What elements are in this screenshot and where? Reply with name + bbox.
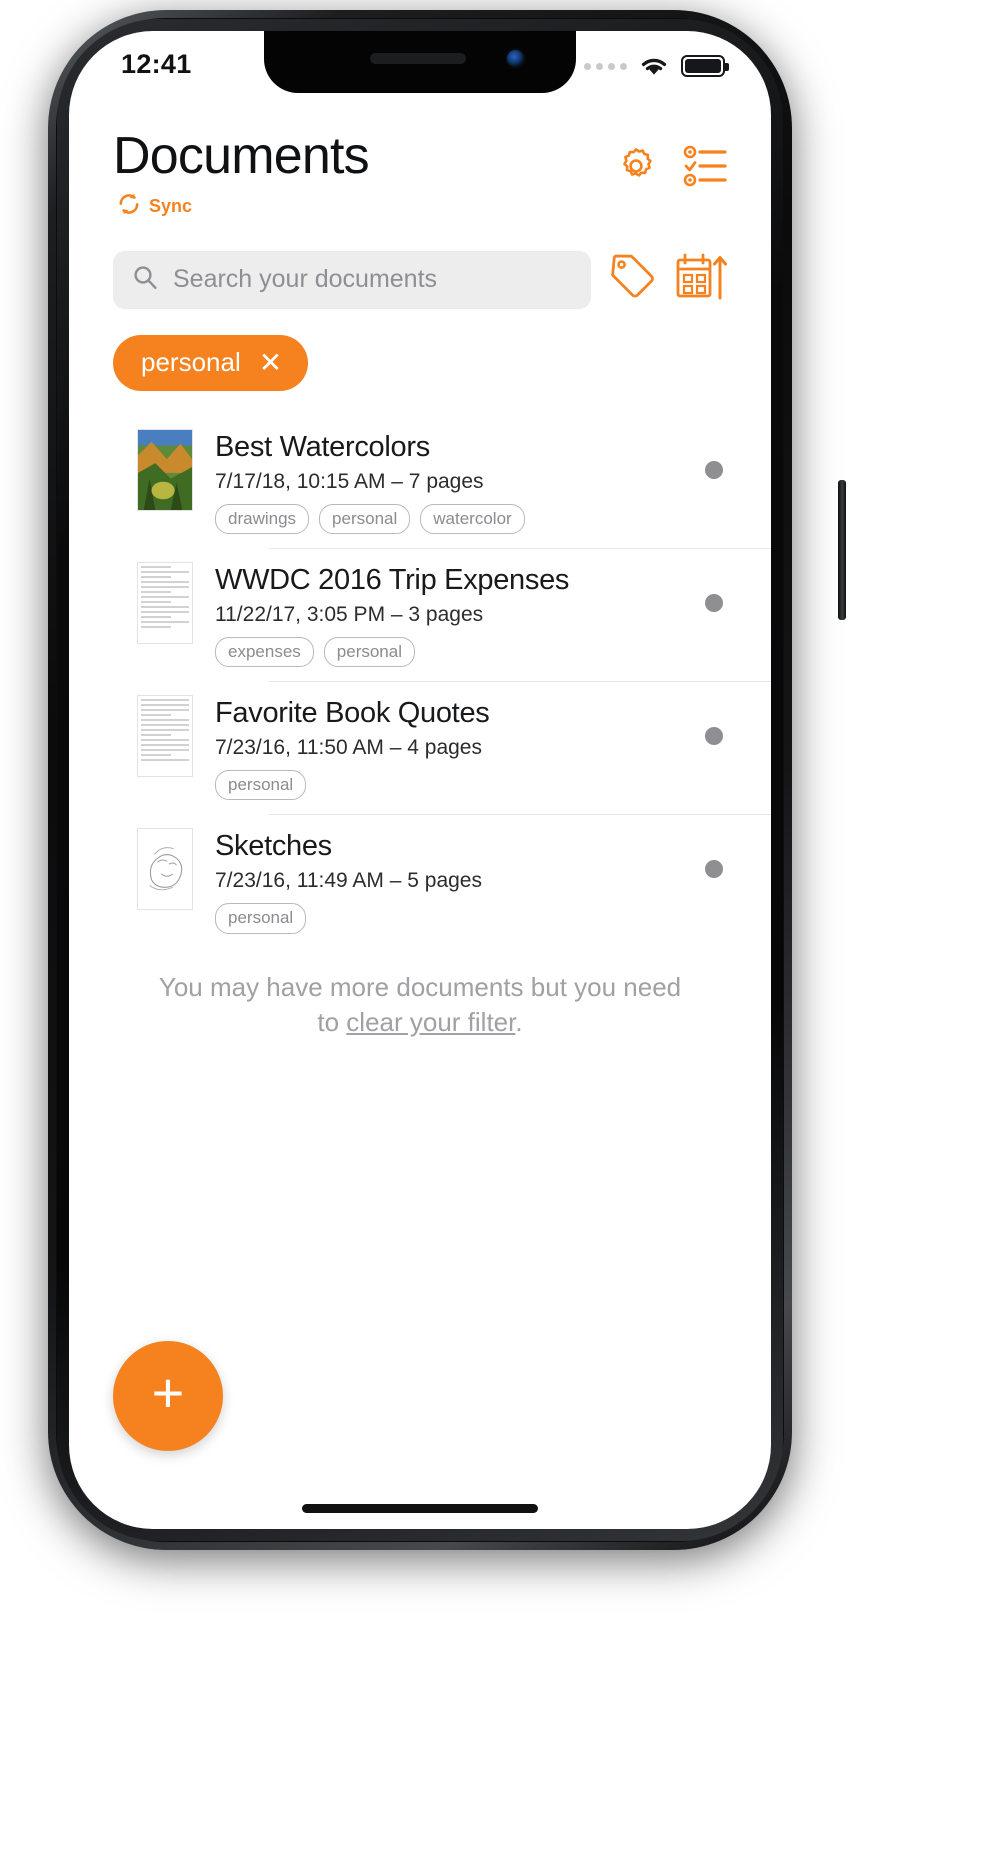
document-meta: 7/23/16, 11:50 AM – 4 pages [215,736,482,760]
active-filters: personal ✕ [113,334,771,391]
app-content: Documents Sync Search your documents per… [69,31,771,1529]
document-info: Sketches 7/23/16, 11:49 AM – 5 pages per… [215,828,683,934]
search-input[interactable]: Search your documents [113,250,591,309]
table-row[interactable]: Favorite Book Quotes 7/23/16, 11:50 AM –… [69,681,771,814]
tag-pill[interactable]: personal [215,770,307,801]
device-notch [264,31,576,93]
document-tags: drawings personal watercolor [215,503,683,534]
document-tags: personal [215,770,683,801]
page-title: Documents [113,127,370,185]
document-tags: expenses personal [215,636,683,668]
tag-pill[interactable]: drawings [215,503,310,534]
document-meta: 7/17/18, 10:15 AM – 7 pages [215,469,484,493]
status-badge[interactable] [705,460,723,479]
phone-screen: 12:41 Documents Sync Search your documen… [69,31,771,1529]
earpiece-speaker [370,53,467,64]
checklist-icon [681,144,727,193]
sync-refresh-icon [117,192,141,221]
status-bar-time: 12:41 [121,48,192,79]
plus-icon: + [151,1361,185,1424]
tag-pill[interactable]: expenses [215,636,314,668]
header-actions [613,129,727,194]
document-title: Best Watercolors [215,430,430,463]
wifi-icon [638,55,670,78]
sync-label: Sync [149,195,193,216]
home-indicator[interactable] [302,1504,538,1513]
sort-by-date-ascending-icon [675,252,727,307]
text-page-thumbnail [137,695,193,778]
table-row[interactable]: Sketches 7/23/16, 11:49 AM – 5 pages per… [69,814,771,947]
phone-device-frame: 12:41 Documents Sync Search your documen… [48,10,846,1550]
power-button[interactable] [838,480,846,620]
filter-chip-label: personal [141,347,241,378]
front-camera-icon [507,50,524,67]
search-row: Search your documents [113,250,727,309]
screenshot-stage: 12:41 Documents Sync Search your documen… [0,0,1000,1872]
filter-chip-personal[interactable]: personal ✕ [113,334,309,391]
document-list: Best Watercolors 7/17/18, 10:15 AM – 7 p… [69,415,771,948]
tag-pill[interactable]: personal [215,903,307,934]
document-info: WWDC 2016 Trip Expenses 11/22/17, 3:05 P… [215,562,683,668]
battery-full-icon [681,55,729,77]
document-meta: 7/23/16, 11:49 AM – 5 pages [215,869,482,893]
title-block: Documents Sync [113,127,370,221]
search-placeholder: Search your documents [173,265,438,294]
document-info: Favorite Book Quotes 7/23/16, 11:50 AM –… [215,695,683,801]
pencil-sketch-thumbnail [137,828,193,911]
empty-state-note: You may have more documents but you need… [155,970,685,1040]
note-text-after: . [515,1006,523,1037]
table-row[interactable]: WWDC 2016 Trip Expenses 11/22/17, 3:05 P… [69,547,771,681]
status-bar-indicators [584,55,729,78]
signal-dots-icon [584,62,627,70]
receipt-scan-thumbnail [137,561,193,644]
close-icon[interactable]: ✕ [259,348,282,377]
add-document-button[interactable]: + [113,1341,223,1451]
clear-filter-link[interactable]: clear your filter [346,1007,515,1037]
tag-filter-button[interactable] [611,253,655,306]
sort-button[interactable] [675,252,727,307]
document-title: Sketches [215,830,332,863]
status-badge[interactable] [705,593,723,612]
document-info: Best Watercolors 7/17/18, 10:15 AM – 7 p… [215,429,683,534]
tag-pill[interactable]: watercolor [420,503,525,534]
tag-icon [611,253,655,306]
table-row[interactable]: Best Watercolors 7/17/18, 10:15 AM – 7 p… [69,415,771,548]
gear-icon [613,143,659,194]
document-title: WWDC 2016 Trip Expenses [215,563,570,596]
watercolor-painting-thumbnail [137,428,193,511]
document-meta: 11/22/17, 3:05 PM – 3 pages [215,602,484,626]
settings-button[interactable] [613,143,659,194]
search-icon [131,263,159,296]
tag-pill[interactable]: personal [319,503,411,534]
app-header: Documents Sync [69,93,771,221]
status-badge[interactable] [705,727,723,746]
sync-status[interactable]: Sync [117,192,369,221]
checklist-button[interactable] [681,144,727,193]
document-title: Favorite Book Quotes [215,697,490,730]
tag-pill[interactable]: personal [323,636,415,668]
document-tags: personal [215,903,683,934]
status-badge[interactable] [705,860,723,879]
